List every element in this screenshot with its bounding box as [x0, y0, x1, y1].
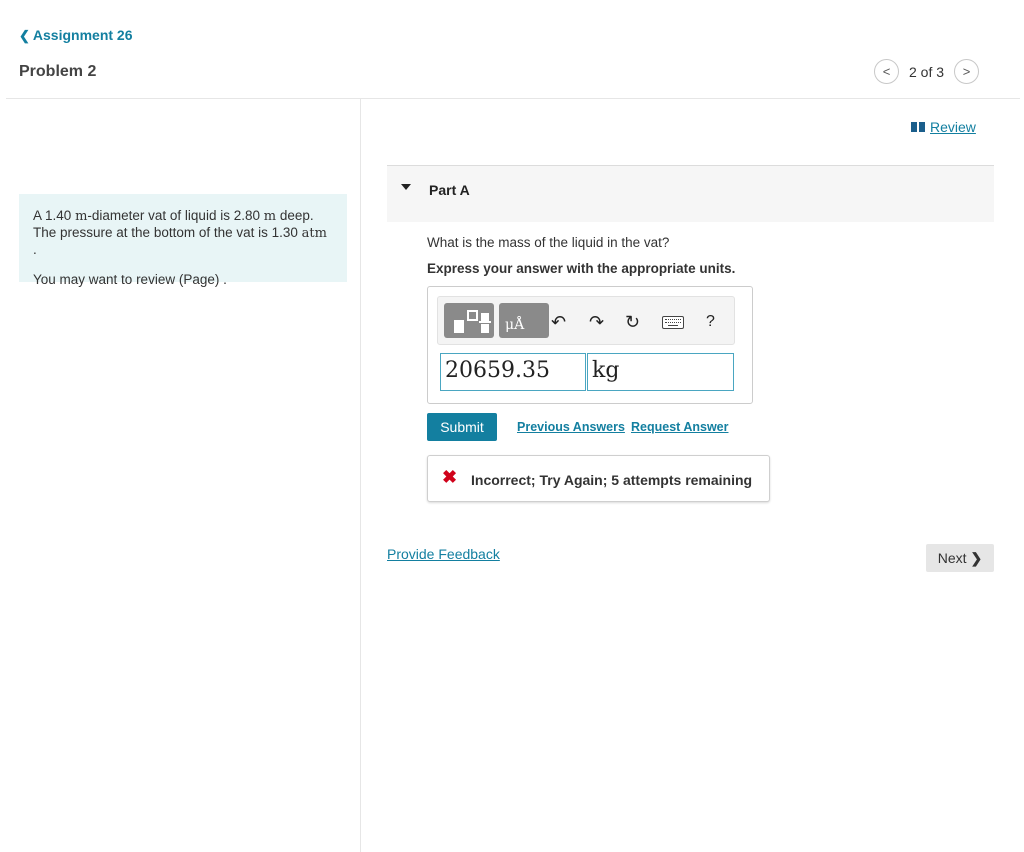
back-to-assignment-link[interactable]: ❮ Assignment 26 [19, 27, 133, 43]
previous-answers-link[interactable]: Previous Answers [517, 420, 625, 434]
instruction-text: Express your answer with the appropriate… [427, 261, 736, 276]
review-link[interactable]: Review [911, 119, 976, 135]
problem-text-line1: A 1.40 m-diameter vat of liquid is 2.80 … [33, 208, 327, 257]
next-button[interactable]: Next ❯ [926, 544, 994, 572]
pager-text: 2 of 3 [909, 63, 945, 80]
problem-pager: < 2 of 3 > [874, 59, 980, 84]
answer-value-input[interactable]: 20659.35 [440, 353, 586, 391]
book-icon [911, 122, 925, 132]
units-icon: μÅ [505, 317, 525, 333]
header-divider [6, 98, 1020, 99]
review-note: You may want to review (Page) . [33, 272, 227, 287]
problem-statement: A 1.40 m-diameter vat of liquid is 2.80 … [19, 194, 347, 287]
review-label: Review [930, 119, 976, 135]
chevron-left-icon: < [882, 64, 891, 79]
answer-unit-input[interactable]: kg [587, 353, 734, 391]
templates-button[interactable] [444, 303, 494, 338]
part-title: Part A [429, 182, 470, 198]
reset-icon[interactable]: ↻ [625, 312, 640, 333]
caret-down-icon[interactable] [401, 184, 411, 190]
next-label: Next [937, 550, 967, 566]
problem-title: Problem 2 [19, 63, 97, 80]
incorrect-x-icon: ✖ [442, 467, 458, 487]
question-text: What is the mass of the liquid in the va… [427, 235, 670, 250]
submit-button[interactable]: Submit [427, 413, 497, 441]
redo-icon[interactable]: ↷ [589, 312, 604, 333]
chevron-right-icon: > [962, 64, 971, 79]
provide-feedback-link[interactable]: Provide Feedback [387, 546, 500, 562]
help-icon[interactable]: ? [706, 313, 715, 331]
request-answer-link[interactable]: Request Answer [631, 420, 728, 434]
chevron-left-icon: ❮ [19, 27, 30, 43]
previous-problem-button[interactable]: < [874, 59, 899, 84]
keyboard-icon[interactable] [662, 316, 684, 329]
next-problem-button[interactable]: > [954, 59, 980, 84]
feedback-message: Incorrect; Try Again; 5 attempts remaini… [471, 472, 753, 488]
column-divider [360, 98, 361, 852]
part-a-header[interactable] [387, 166, 994, 222]
back-link-label: Assignment 26 [32, 27, 133, 43]
chevron-right-icon: ❯ [970, 549, 983, 566]
units-button[interactable]: μÅ [499, 303, 549, 338]
undo-icon[interactable]: ↶ [551, 312, 566, 333]
template-icon [454, 320, 464, 333]
